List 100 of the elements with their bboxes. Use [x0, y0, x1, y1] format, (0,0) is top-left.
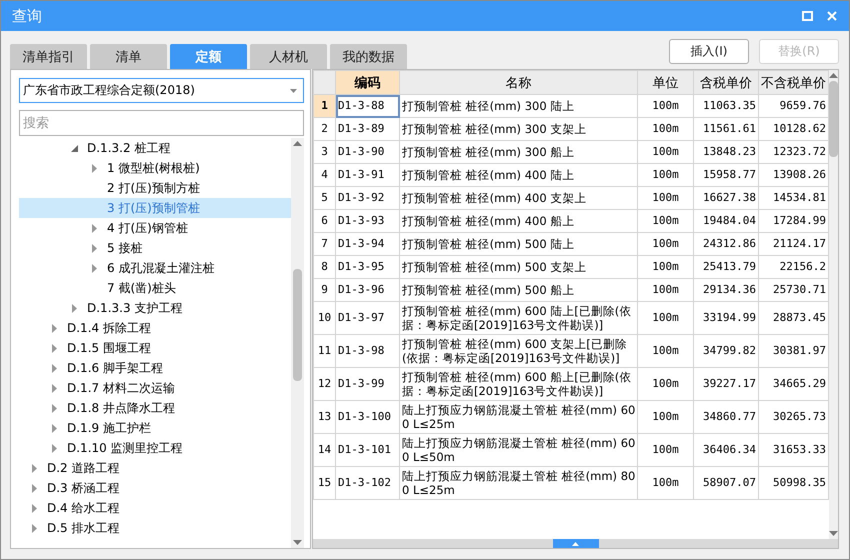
maximize-icon[interactable] [802, 11, 813, 21]
tree-item[interactable]: 6 成孔混凝土灌注桩 [19, 258, 291, 278]
scroll-up-icon[interactable] [829, 73, 838, 78]
column-header[interactable]: 不含税单价 [758, 70, 828, 94]
tree-item[interactable]: 2 打(压)预制方桩 [19, 178, 291, 198]
row-number[interactable]: 8 [314, 256, 336, 278]
scroll-up-icon[interactable] [293, 141, 302, 146]
tree-label: D.3 桥涵工程 [47, 480, 120, 496]
column-header[interactable]: 单位 [638, 70, 694, 94]
action-button[interactable]: 插入(I) [669, 39, 749, 64]
tree-label: D.1.7 材料二次运输 [67, 380, 175, 396]
collapsed-triangle-icon[interactable] [52, 384, 56, 392]
row-number[interactable]: 4 [314, 164, 336, 186]
row-number[interactable]: 12 [314, 368, 336, 400]
tree-item[interactable]: D.1.5 围堰工程 [19, 338, 291, 358]
row-number[interactable]: 3 [314, 140, 336, 164]
tree-item[interactable]: D.1.3.3 支护工程 [19, 298, 291, 318]
search-field[interactable]: 搜索 [19, 110, 304, 136]
row-number[interactable]: 14 [314, 434, 336, 466]
tree-item[interactable]: 1 微型桩(树根桩) [19, 158, 291, 178]
table-cell: 24312.86 [694, 232, 758, 256]
column-header[interactable]: 编码 [336, 70, 400, 94]
tree-item[interactable]: D.1.4 拆除工程 [19, 318, 291, 338]
collapsed-triangle-icon[interactable] [32, 464, 36, 472]
table-cell: D1-3-93 [336, 210, 400, 232]
tree-item[interactable]: 3 打(压)预制管桩 [19, 198, 291, 218]
column-header[interactable]: 含税单价 [694, 70, 758, 94]
collapsed-triangle-icon[interactable] [32, 524, 36, 532]
row-number[interactable]: 10 [314, 302, 336, 334]
row-number[interactable]: 6 [314, 210, 336, 232]
collapsed-triangle-icon[interactable] [32, 484, 36, 492]
tab[interactable]: 清单指引 [10, 44, 87, 69]
row-number[interactable]: 11 [314, 334, 336, 368]
tab[interactable]: 人材机 [250, 44, 327, 69]
table-cell: 34860.77 [694, 400, 758, 434]
collapsed-triangle-icon[interactable] [92, 224, 96, 232]
scrollbar[interactable] [829, 70, 838, 539]
table-cell: 58907.07 [694, 466, 758, 500]
horizontal-scrollbar[interactable] [313, 539, 838, 548]
column-header[interactable]: 名称 [400, 70, 638, 94]
table-cell: 11063.35 [694, 94, 758, 118]
row-number[interactable]: 1 [314, 94, 336, 118]
table-cell: 打预制管桩 桩径(mm) 500 支架上 [400, 256, 638, 278]
tree-item[interactable]: D.5 排水工程 [19, 518, 291, 538]
row-number[interactable]: 7 [314, 232, 336, 256]
table-cell: 11561.61 [694, 118, 758, 140]
row-number[interactable]: 2 [314, 118, 336, 140]
tree-item[interactable]: D.1.10 监测里控工程 [19, 438, 291, 458]
table-cell: 33194.99 [694, 302, 758, 334]
table-cell: D1-3-97 [336, 302, 400, 334]
row-number[interactable]: 5 [314, 186, 336, 210]
collapsed-triangle-icon[interactable] [92, 244, 96, 252]
tree-item[interactable]: D.2 道路工程 [19, 458, 291, 478]
tree-item[interactable]: D.1.7 材料二次运输 [19, 378, 291, 398]
table-cell: 打预制管桩 桩径(mm) 300 船上 [400, 140, 638, 164]
table-cell: 100m [638, 334, 694, 368]
row-number[interactable]: 15 [314, 466, 336, 500]
tree-item[interactable]: D.1.3.2 桩工程 [19, 138, 291, 158]
scroll-thumb[interactable] [552, 539, 598, 548]
scroll-down-icon[interactable] [293, 540, 302, 545]
library-dropdown[interactable]: 广东省市政工程综合定额(2018) [19, 78, 304, 103]
tree-item[interactable]: D.1.6 脚手架工程 [19, 358, 291, 378]
table-cell: 100m [638, 434, 694, 466]
collapsed-triangle-icon[interactable] [92, 164, 96, 172]
collapsed-triangle-icon[interactable] [52, 404, 56, 412]
scrollbar[interactable] [291, 138, 304, 548]
collapsed-triangle-icon[interactable] [52, 344, 56, 352]
row-number[interactable]: 13 [314, 400, 336, 434]
tree-item[interactable]: D.1.8 井点降水工程 [19, 398, 291, 418]
collapsed-triangle-icon[interactable] [52, 424, 56, 432]
tree-item[interactable]: D.3 桥涵工程 [19, 478, 291, 498]
tree-item[interactable]: D.1.9 施工护栏 [19, 418, 291, 438]
scroll-thumb[interactable] [293, 269, 302, 381]
row-number[interactable]: 9 [314, 278, 336, 302]
collapsed-triangle-icon[interactable] [72, 304, 76, 312]
tab[interactable]: 清单 [90, 44, 167, 69]
tree-label: D.1.3.2 桩工程 [87, 140, 170, 156]
scroll-up-icon[interactable] [572, 542, 579, 546]
table-cell: D1-3-88 [336, 94, 400, 118]
table-cell: 打预制管桩 桩径(mm) 500 船上 [400, 278, 638, 302]
tree-label: 4 打(压)钢管桩 [107, 220, 188, 236]
tree-item[interactable]: 7 截(凿)桩头 [19, 278, 291, 298]
close-icon[interactable] [827, 11, 837, 21]
table-cell: 100m [638, 400, 694, 434]
tree-item[interactable]: 5 接桩 [19, 238, 291, 258]
tree-label: 1 微型桩(树根桩) [107, 160, 200, 176]
scroll-down-icon[interactable] [829, 531, 838, 536]
tab[interactable]: 我的数据 [330, 44, 407, 69]
tree-item[interactable]: D.4 给水工程 [19, 498, 291, 518]
tree-item[interactable]: 4 打(压)钢管桩 [19, 218, 291, 238]
table-cell: 打预制管桩 桩径(mm) 600 支架上[已删除(依据：粤标定函[2019]163号文件勘误)] [400, 334, 638, 368]
scroll-thumb[interactable] [829, 81, 838, 157]
collapsed-triangle-icon[interactable] [52, 324, 56, 332]
expanded-triangle-icon[interactable] [70, 144, 78, 152]
collapsed-triangle-icon[interactable] [52, 364, 56, 372]
collapsed-triangle-icon[interactable] [52, 444, 56, 452]
table-cell: 打预制管桩 桩径(mm) 500 陆上 [400, 232, 638, 256]
collapsed-triangle-icon[interactable] [92, 264, 96, 272]
table-cell: 100m [638, 232, 694, 256]
collapsed-triangle-icon[interactable] [32, 504, 36, 512]
